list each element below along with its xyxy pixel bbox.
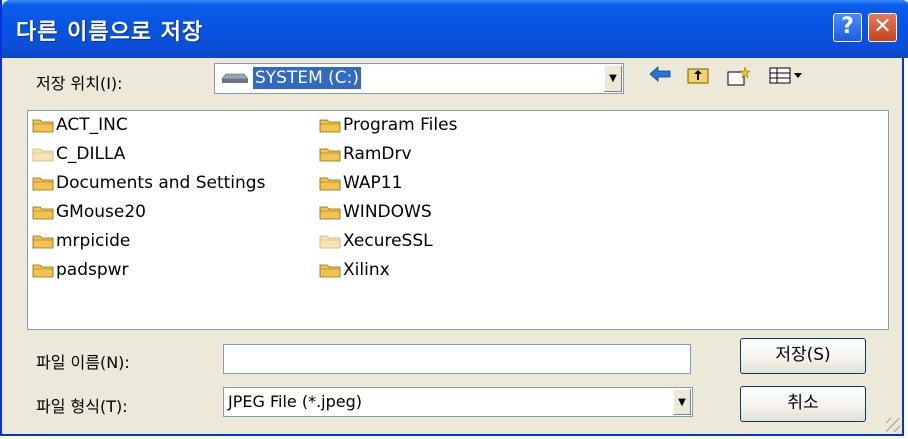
file-name: RamDrv bbox=[343, 144, 412, 164]
filetype-dropdown[interactable]: JPEG File (*.jpeg) ▼ bbox=[223, 387, 693, 417]
save-button[interactable]: 저장(S) bbox=[740, 338, 866, 374]
folder-icon bbox=[32, 264, 54, 278]
file-name: padspwr bbox=[56, 260, 129, 280]
folder-icon bbox=[32, 235, 54, 249]
file-name: Program Files bbox=[343, 115, 458, 135]
title-bar[interactable]: 다른 이름으로 저장 ? ✕ bbox=[2, 0, 908, 58]
folder-icon bbox=[319, 119, 341, 133]
file-list[interactable]: ACT_INC C_DILLA Documents and Settings GMou… bbox=[27, 110, 889, 330]
help-button[interactable]: ? bbox=[833, 13, 862, 42]
save-location-label: 저장 위치(I): bbox=[36, 74, 123, 93]
filetype-label: 파일 형식(T): bbox=[36, 397, 128, 416]
file-name: XecureSSL bbox=[343, 231, 433, 251]
folder-icon bbox=[32, 148, 54, 162]
folder-icon bbox=[319, 264, 341, 278]
folder-icon bbox=[319, 148, 341, 162]
file-name: Xilinx bbox=[343, 260, 390, 280]
file-name: mrpicide bbox=[56, 231, 131, 251]
back-arrow-icon[interactable] bbox=[649, 66, 672, 87]
file-name: WAP11 bbox=[343, 173, 403, 193]
filename-input[interactable] bbox=[223, 344, 691, 374]
filetype-value: JPEG File (*.jpeg) bbox=[228, 392, 362, 411]
folder-icon bbox=[32, 119, 54, 133]
resize-grip[interactable] bbox=[886, 418, 900, 432]
up-folder-icon[interactable] bbox=[687, 66, 709, 89]
folder-icon bbox=[319, 235, 341, 249]
save-location-dropdown[interactable]: SYSTEM (C:) ▼ bbox=[214, 63, 624, 94]
save-location-value: SYSTEM (C:) bbox=[253, 67, 362, 89]
filename-label: 파일 이름(N): bbox=[36, 353, 130, 372]
view-menu-icon[interactable] bbox=[769, 66, 803, 89]
dialog-title: 다른 이름으로 저장 bbox=[16, 20, 204, 45]
file-name: WINDOWS bbox=[343, 202, 432, 222]
file-name: GMouse20 bbox=[56, 202, 146, 222]
dropdown-arrow-icon[interactable]: ▼ bbox=[604, 65, 622, 92]
file-name: C_DILLA bbox=[56, 144, 126, 164]
file-name: Documents and Settings bbox=[56, 173, 266, 193]
file-name: ACT_INC bbox=[56, 115, 128, 135]
save-as-dialog: 다른 이름으로 저장 ? ✕ 저장 위치(I): SYSTEM (C:) ▼ A… bbox=[0, 0, 908, 436]
folder-icon bbox=[319, 206, 341, 220]
close-button[interactable]: ✕ bbox=[868, 13, 897, 42]
dropdown-arrow-icon[interactable]: ▼ bbox=[673, 389, 691, 415]
cancel-button[interactable]: 취소 bbox=[740, 386, 866, 422]
folder-icon bbox=[32, 206, 54, 220]
drive-icon bbox=[222, 73, 248, 83]
folder-icon bbox=[319, 177, 341, 191]
folder-icon bbox=[32, 177, 54, 191]
new-folder-icon[interactable] bbox=[727, 66, 751, 91]
